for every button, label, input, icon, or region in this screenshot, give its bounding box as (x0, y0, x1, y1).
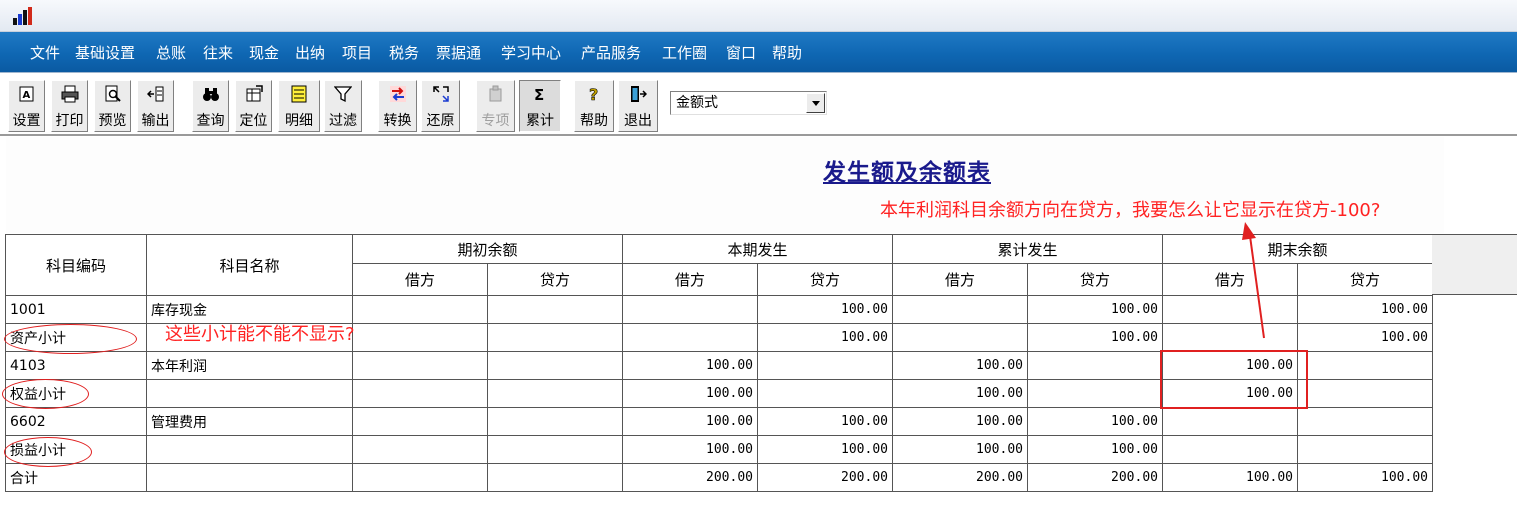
annotation-arrow-icon (1242, 222, 1265, 339)
